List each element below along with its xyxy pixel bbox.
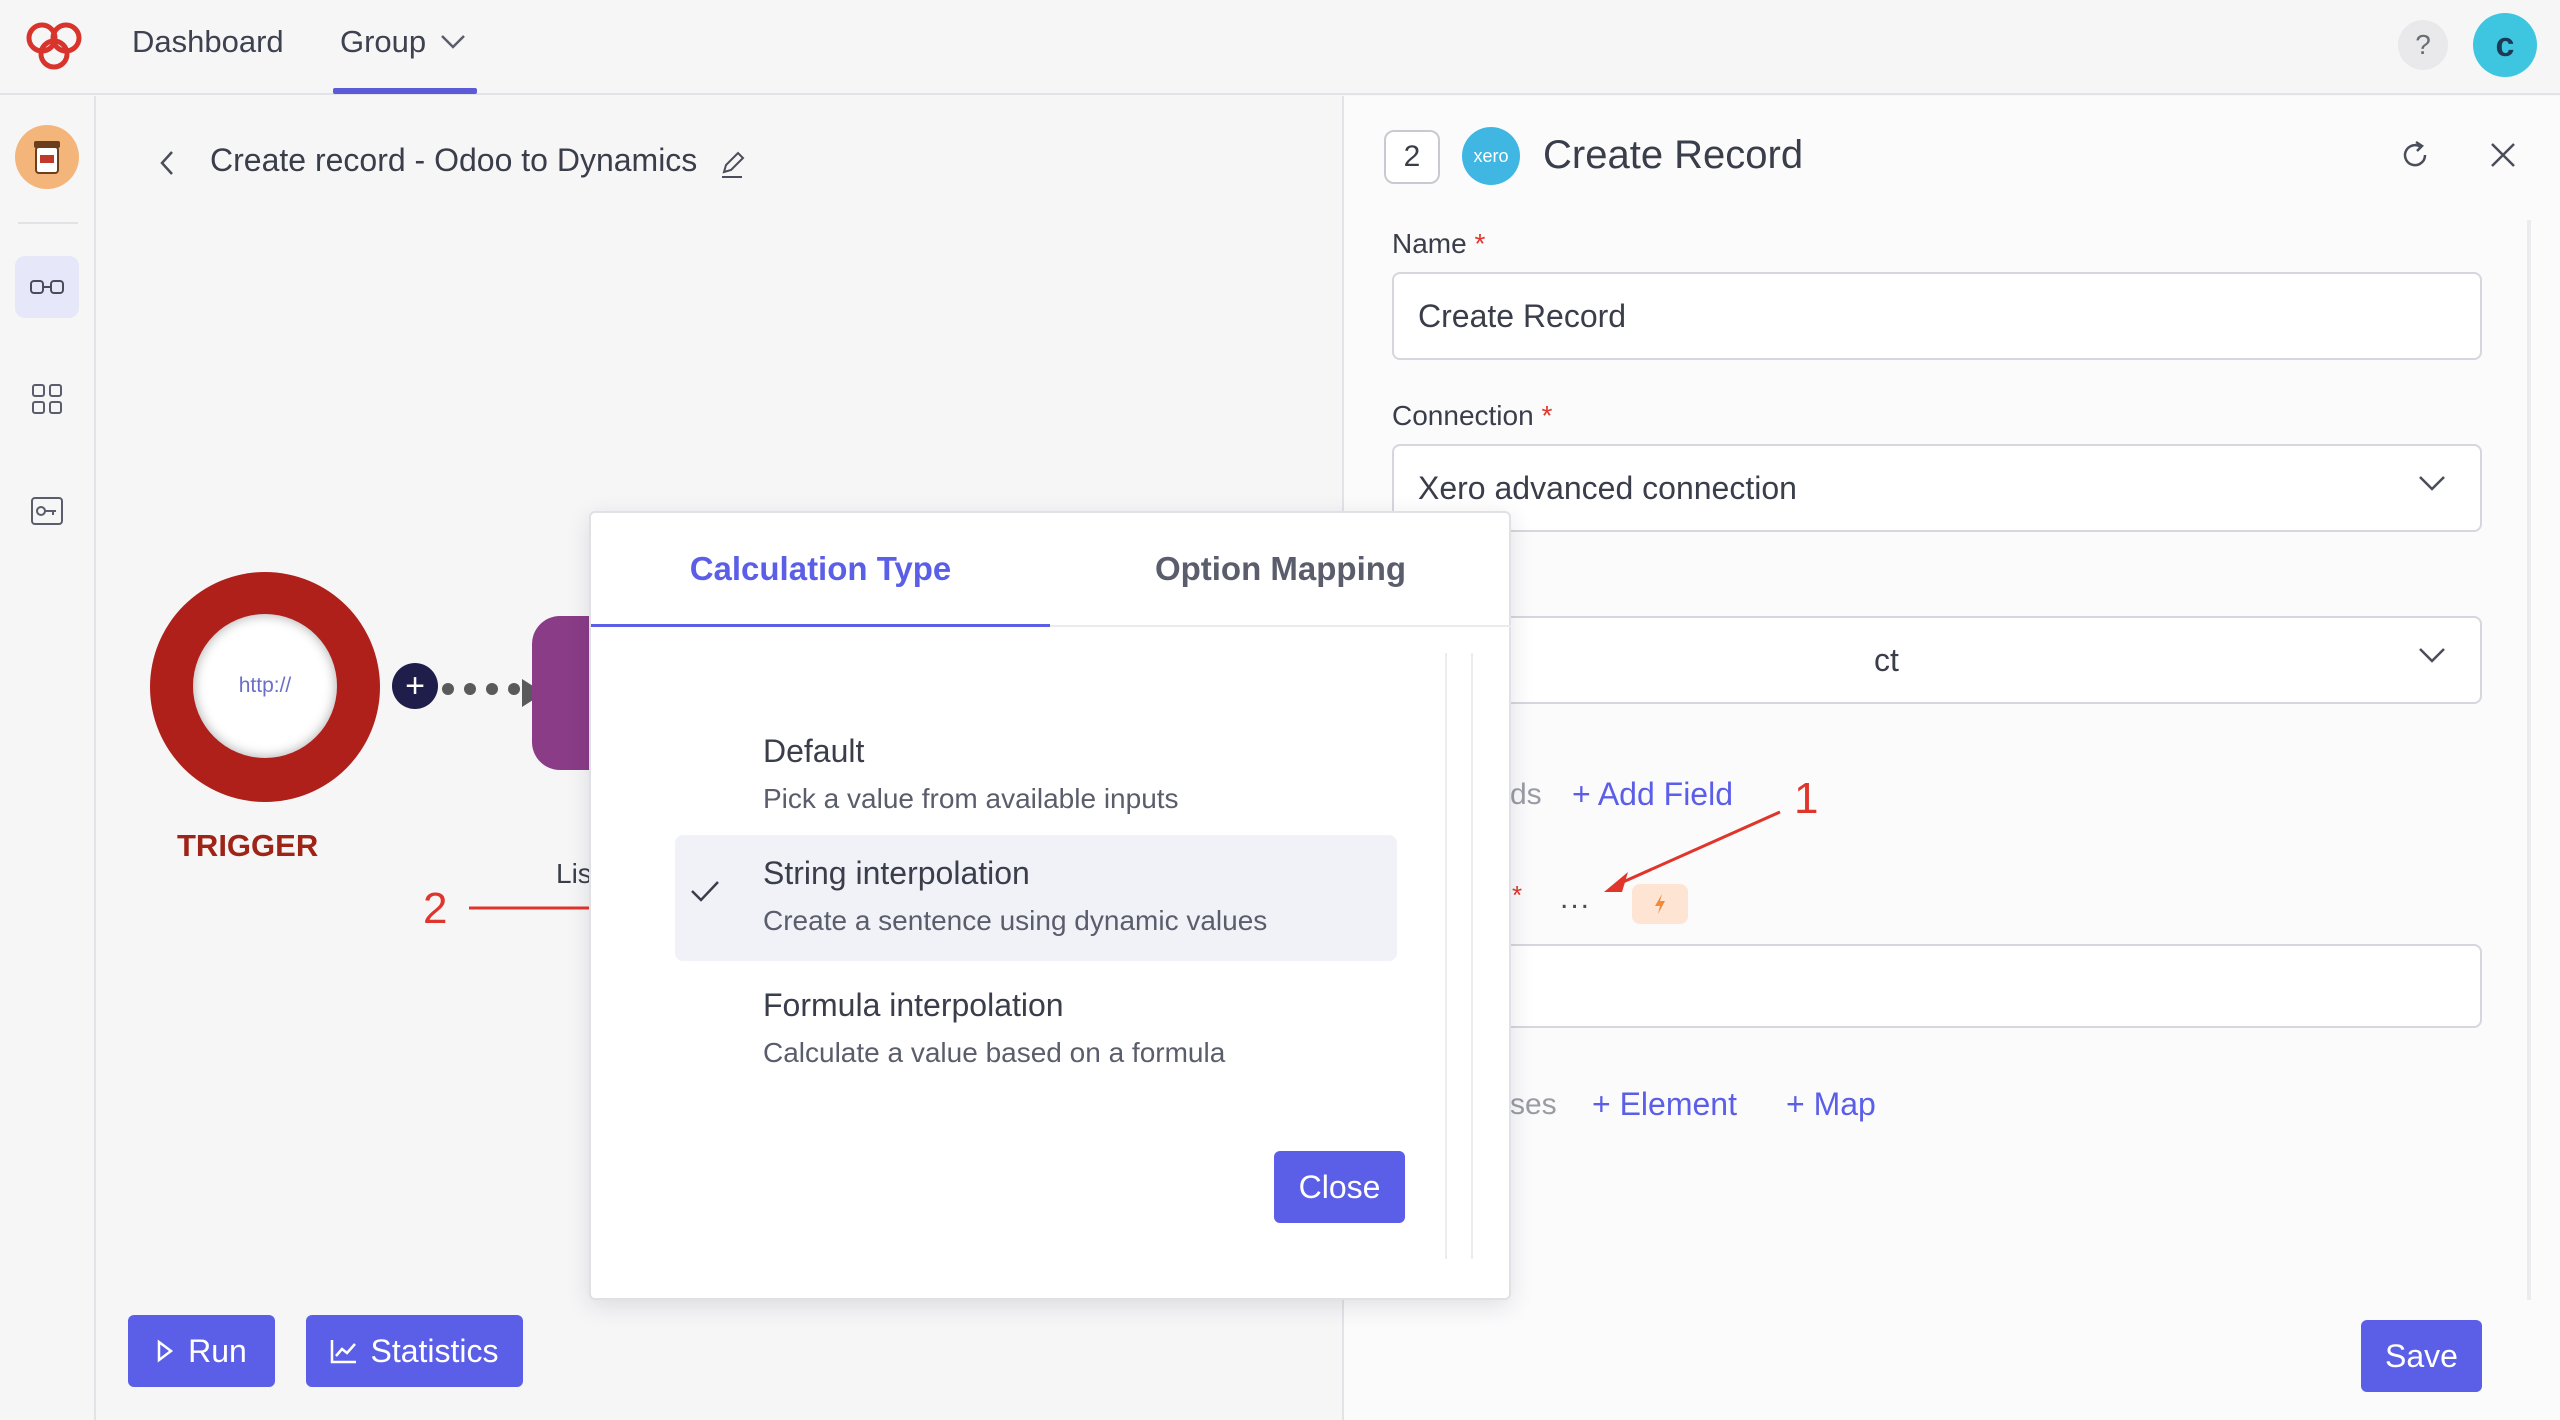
option-description: Calculate a value based on a formula xyxy=(763,1037,1226,1068)
name-input[interactable]: Create Record xyxy=(1392,272,2482,360)
refresh-icon[interactable] xyxy=(2398,138,2432,177)
option-description: Create a sentence using dynamic values xyxy=(763,905,1268,936)
edit-pencil-icon[interactable] xyxy=(718,150,746,185)
grid-icon xyxy=(32,384,62,414)
checkmark-icon xyxy=(691,881,719,902)
name-label: Name * xyxy=(1392,228,1485,260)
option-title: String interpolation xyxy=(763,855,1030,891)
annotation-arrow-1 xyxy=(1604,810,1781,892)
app-logo-icon[interactable] xyxy=(20,18,88,74)
statistics-button[interactable]: Statistics xyxy=(306,1315,523,1387)
field-required-mark: * xyxy=(1512,880,1523,910)
back-arrow-icon[interactable] xyxy=(157,148,177,183)
calculation-type-popover: Calculation Type Option Mapping Default … xyxy=(589,511,1511,1300)
xero-logo-icon: xero xyxy=(1462,127,1520,185)
chart-line-icon xyxy=(331,1340,357,1364)
nav-group[interactable]: Group xyxy=(340,24,466,60)
add-map-link[interactable]: + Map xyxy=(1786,1086,1876,1123)
statistics-label: Statistics xyxy=(370,1332,499,1369)
trigger-label: TRIGGER xyxy=(177,828,319,863)
help-button[interactable]: ? xyxy=(2398,20,2448,70)
close-icon[interactable] xyxy=(2488,140,2518,175)
tab-option-mapping[interactable]: Option Mapping xyxy=(1050,513,1511,627)
required-mark: * xyxy=(1474,228,1486,259)
option-title: Default xyxy=(763,733,865,769)
name-label-text: Name xyxy=(1392,228,1467,259)
key-card-icon xyxy=(31,497,63,525)
trigger-node-icon: http:// xyxy=(193,614,337,758)
option-string-interpolation[interactable]: String interpolation Create a sentence u… xyxy=(675,835,1397,961)
connection-value: Xero advanced connection xyxy=(1418,469,1797,506)
user-avatar[interactable]: c xyxy=(2473,13,2537,77)
fields-label: ds xyxy=(1510,778,1542,811)
close-button[interactable]: Close xyxy=(1274,1151,1405,1223)
required-mark: * xyxy=(1541,400,1553,431)
popover-scrollbar[interactable] xyxy=(1445,653,1473,1259)
connection-select[interactable]: Xero advanced connection xyxy=(1392,444,2482,532)
option-description: Pick a value from available inputs xyxy=(763,783,1179,814)
annotation-marker-2: 2 xyxy=(423,884,448,933)
annotation-marker-1: 1 xyxy=(1794,774,1819,823)
connection-label: Connection * xyxy=(1392,400,1552,432)
connection-label-text: Connection xyxy=(1392,400,1534,431)
panel-scrollbar[interactable] xyxy=(2527,220,2531,1300)
flow-link-icon xyxy=(30,280,64,294)
sidebar-divider xyxy=(18,222,78,224)
nav-dashboard[interactable]: Dashboard xyxy=(132,24,284,60)
nav-active-indicator xyxy=(333,88,477,94)
list-node-label: Lis xyxy=(556,858,592,889)
field-value-input[interactable] xyxy=(1392,944,2482,1028)
sidebar-item-apps[interactable] xyxy=(15,368,79,430)
option-default[interactable]: Default Pick a value from available inpu… xyxy=(675,713,1397,839)
more-options-button[interactable]: ... xyxy=(1560,882,1591,916)
flow-title: Create record - Odoo to Dynamics xyxy=(210,142,698,178)
sidebar-item-keys[interactable] xyxy=(15,480,79,542)
option-formula-interpolation[interactable]: Formula interpolation Calculate a value … xyxy=(675,967,1397,1093)
run-button[interactable]: Run xyxy=(128,1315,275,1387)
coffee-cup-icon xyxy=(34,141,60,174)
save-button[interactable]: Save xyxy=(2361,1320,2482,1392)
add-element-link[interactable]: + Element xyxy=(1592,1086,1737,1123)
object-select[interactable]: ct xyxy=(1392,616,2482,704)
sidebar-item-flows[interactable] xyxy=(15,256,79,318)
object-value: ct xyxy=(1874,641,1899,678)
add-step-button[interactable]: + xyxy=(392,663,438,709)
workspace-avatar[interactable] xyxy=(15,125,79,189)
connector-dots xyxy=(442,679,544,707)
panel-title: Create Record xyxy=(1543,133,1804,177)
step-number-badge: 2 xyxy=(1384,130,1440,184)
nav-group-label: Group xyxy=(340,24,427,59)
run-label: Run xyxy=(188,1332,247,1369)
tab-calculation-type[interactable]: Calculation Type xyxy=(591,513,1050,627)
uses-label: ses xyxy=(1510,1088,1557,1121)
play-icon xyxy=(157,1339,174,1363)
chevron-down-icon xyxy=(441,35,466,49)
option-title: Formula interpolation xyxy=(763,987,1064,1023)
chevron-down-icon xyxy=(2419,648,2445,663)
chevron-down-icon xyxy=(2419,476,2445,491)
